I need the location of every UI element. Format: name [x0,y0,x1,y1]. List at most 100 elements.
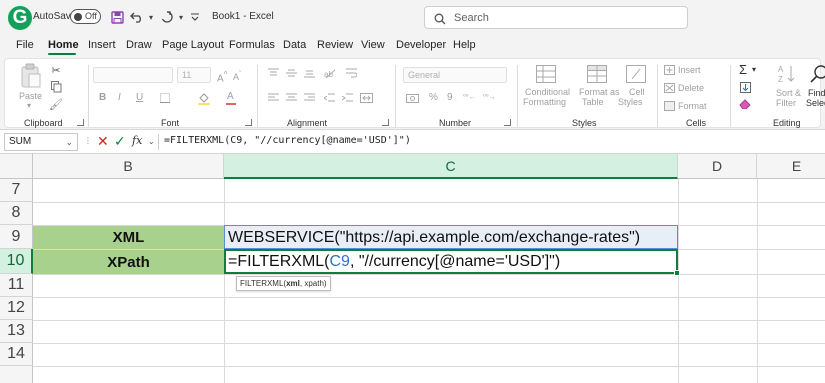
format-as-table-icon[interactable] [586,64,608,84]
cell-c10-formula[interactable]: =FILTERXML(C9, "//currency[@name='USD']"… [228,253,560,271]
tab-home[interactable]: Home [48,39,79,51]
number-launcher-icon[interactable] [504,119,511,126]
copy-icon[interactable] [49,80,63,94]
tab-insert[interactable]: Insert [88,39,116,51]
autosum-icon[interactable]: Σ [739,62,747,77]
align-bottom-icon[interactable] [303,67,315,79]
undo-icon[interactable] [128,8,146,26]
insert-cells-label[interactable]: Insert [678,65,701,75]
borders-icon[interactable] [159,92,171,104]
insert-cells-icon[interactable] [663,64,675,76]
cut-icon[interactable]: ✂ [49,63,63,77]
comma-style-icon[interactable]: 9 [447,92,453,103]
tab-draw[interactable]: Draw [126,39,152,51]
grow-font-icon[interactable]: A^ [217,69,228,84]
clipboard-launcher-icon[interactable] [77,119,84,126]
format-painter-icon[interactable]: 🖌 [49,97,63,111]
paste-dropdown-icon[interactable]: ▾ [27,101,31,110]
align-right-icon[interactable] [303,92,315,104]
column-header-b[interactable]: B [33,154,224,179]
name-box-dropdown-icon[interactable]: ⌄ [65,134,73,150]
redo-icon[interactable] [158,8,176,26]
fill-icon[interactable] [739,81,751,93]
row-header-7[interactable]: 7 [0,179,33,202]
redo-dropdown-icon[interactable]: ▾ [176,8,186,26]
tab-review[interactable]: Review [317,39,353,51]
decrease-indent-icon[interactable] [323,92,335,104]
delete-cells-icon[interactable] [663,82,675,94]
increase-indent-icon[interactable] [341,92,353,104]
align-middle-icon[interactable] [285,67,297,79]
percent-style-icon[interactable]: % [429,92,438,103]
align-left-icon[interactable] [267,92,279,104]
customize-toolbar-icon[interactable] [188,8,202,26]
tab-file[interactable]: File [16,39,34,51]
orientation-icon[interactable]: ab [323,67,337,79]
number-format-field[interactable]: General [403,67,507,83]
format-cells-icon[interactable] [663,100,675,112]
merge-center-icon[interactable] [359,92,373,104]
column-header-e[interactable]: E [757,154,825,179]
tab-help[interactable]: Help [453,39,476,51]
tab-developer[interactable]: Developer [396,39,446,51]
wrap-text-icon[interactable] [345,67,357,79]
bold-icon[interactable]: B [99,92,106,103]
font-name-field[interactable] [93,67,173,83]
find-select-icon[interactable] [809,63,825,85]
save-icon[interactable] [108,8,126,26]
cell-b9[interactable]: XML [33,226,224,249]
cell-styles-icon[interactable] [625,64,647,84]
undo-dropdown-icon[interactable]: ▾ [146,8,156,26]
clear-icon[interactable] [739,98,751,110]
tooltip-function-name[interactable]: FILTERXML( [240,279,286,288]
search-box[interactable]: Search [424,6,688,29]
fill-handle[interactable] [674,270,680,276]
tooltip-current-arg[interactable]: xml [286,279,300,288]
function-argument-tooltip[interactable]: FILTERXML(xml, xpath) [236,276,331,291]
tooltip-rest-args[interactable]: , xpath) [300,279,327,288]
cancel-entry-icon[interactable]: ✕ [97,133,109,150]
autosave-toggle[interactable]: Off [70,9,101,24]
tab-formulas[interactable]: Formulas [229,39,275,51]
align-top-icon[interactable] [267,67,279,79]
row-header-9[interactable]: 9 [0,225,33,249]
row-header-11[interactable]: 11 [0,274,33,297]
tab-data[interactable]: Data [283,39,306,51]
shrink-font-icon[interactable]: Aˇ [233,69,242,82]
row-header-15[interactable] [0,366,33,383]
row-header-10[interactable]: 10 [0,249,33,274]
align-center-icon[interactable] [285,92,297,104]
accounting-format-icon[interactable] [405,92,419,104]
row-header-13[interactable]: 13 [0,320,33,343]
paste-icon[interactable] [19,63,43,89]
column-header-c[interactable]: C [224,154,678,179]
row-header-14[interactable]: 14 [0,343,33,366]
underline-icon[interactable]: U [136,92,143,103]
conditional-formatting-icon[interactable] [535,64,557,84]
cell-c9[interactable]: WEBSERVICE("https://api.example.com/exch… [228,229,640,247]
alignment-launcher-icon[interactable] [382,119,389,126]
autosum-dropdown-icon[interactable]: ▾ [752,65,756,74]
fill-color-icon[interactable] [197,91,211,105]
tab-page-layout[interactable]: Page Layout [162,39,224,51]
fx-dropdown-icon[interactable]: ⌄ [148,137,155,146]
decrease-decimal-icon[interactable]: ⁰⁰→ [483,93,496,101]
delete-cells-label[interactable]: Delete [678,83,704,93]
tab-view[interactable]: View [361,39,385,51]
italic-icon[interactable]: I [118,92,121,103]
formula-input[interactable]: =FILTERXML(C9, "//currency[@name='USD']"… [164,135,411,146]
cell-b10[interactable]: XPath [33,250,224,274]
row-header-8[interactable]: 8 [0,202,33,225]
increase-decimal-icon[interactable]: ⁰⁰← [463,93,476,101]
column-header-d[interactable]: D [678,154,757,179]
grammarly-logo-icon[interactable]: G [6,4,34,32]
font-size-field[interactable]: 11 [177,67,211,83]
name-box[interactable]: SUM ⌄ [4,133,78,151]
select-all-corner[interactable] [0,154,33,179]
row-header-12[interactable]: 12 [0,297,33,320]
font-launcher-icon[interactable] [245,119,252,126]
format-cells-label[interactable]: Format [678,101,707,111]
insert-function-icon[interactable]: fx [132,134,142,147]
font-color-icon[interactable]: A [227,91,234,102]
sort-filter-icon[interactable]: AZ [777,63,797,85]
